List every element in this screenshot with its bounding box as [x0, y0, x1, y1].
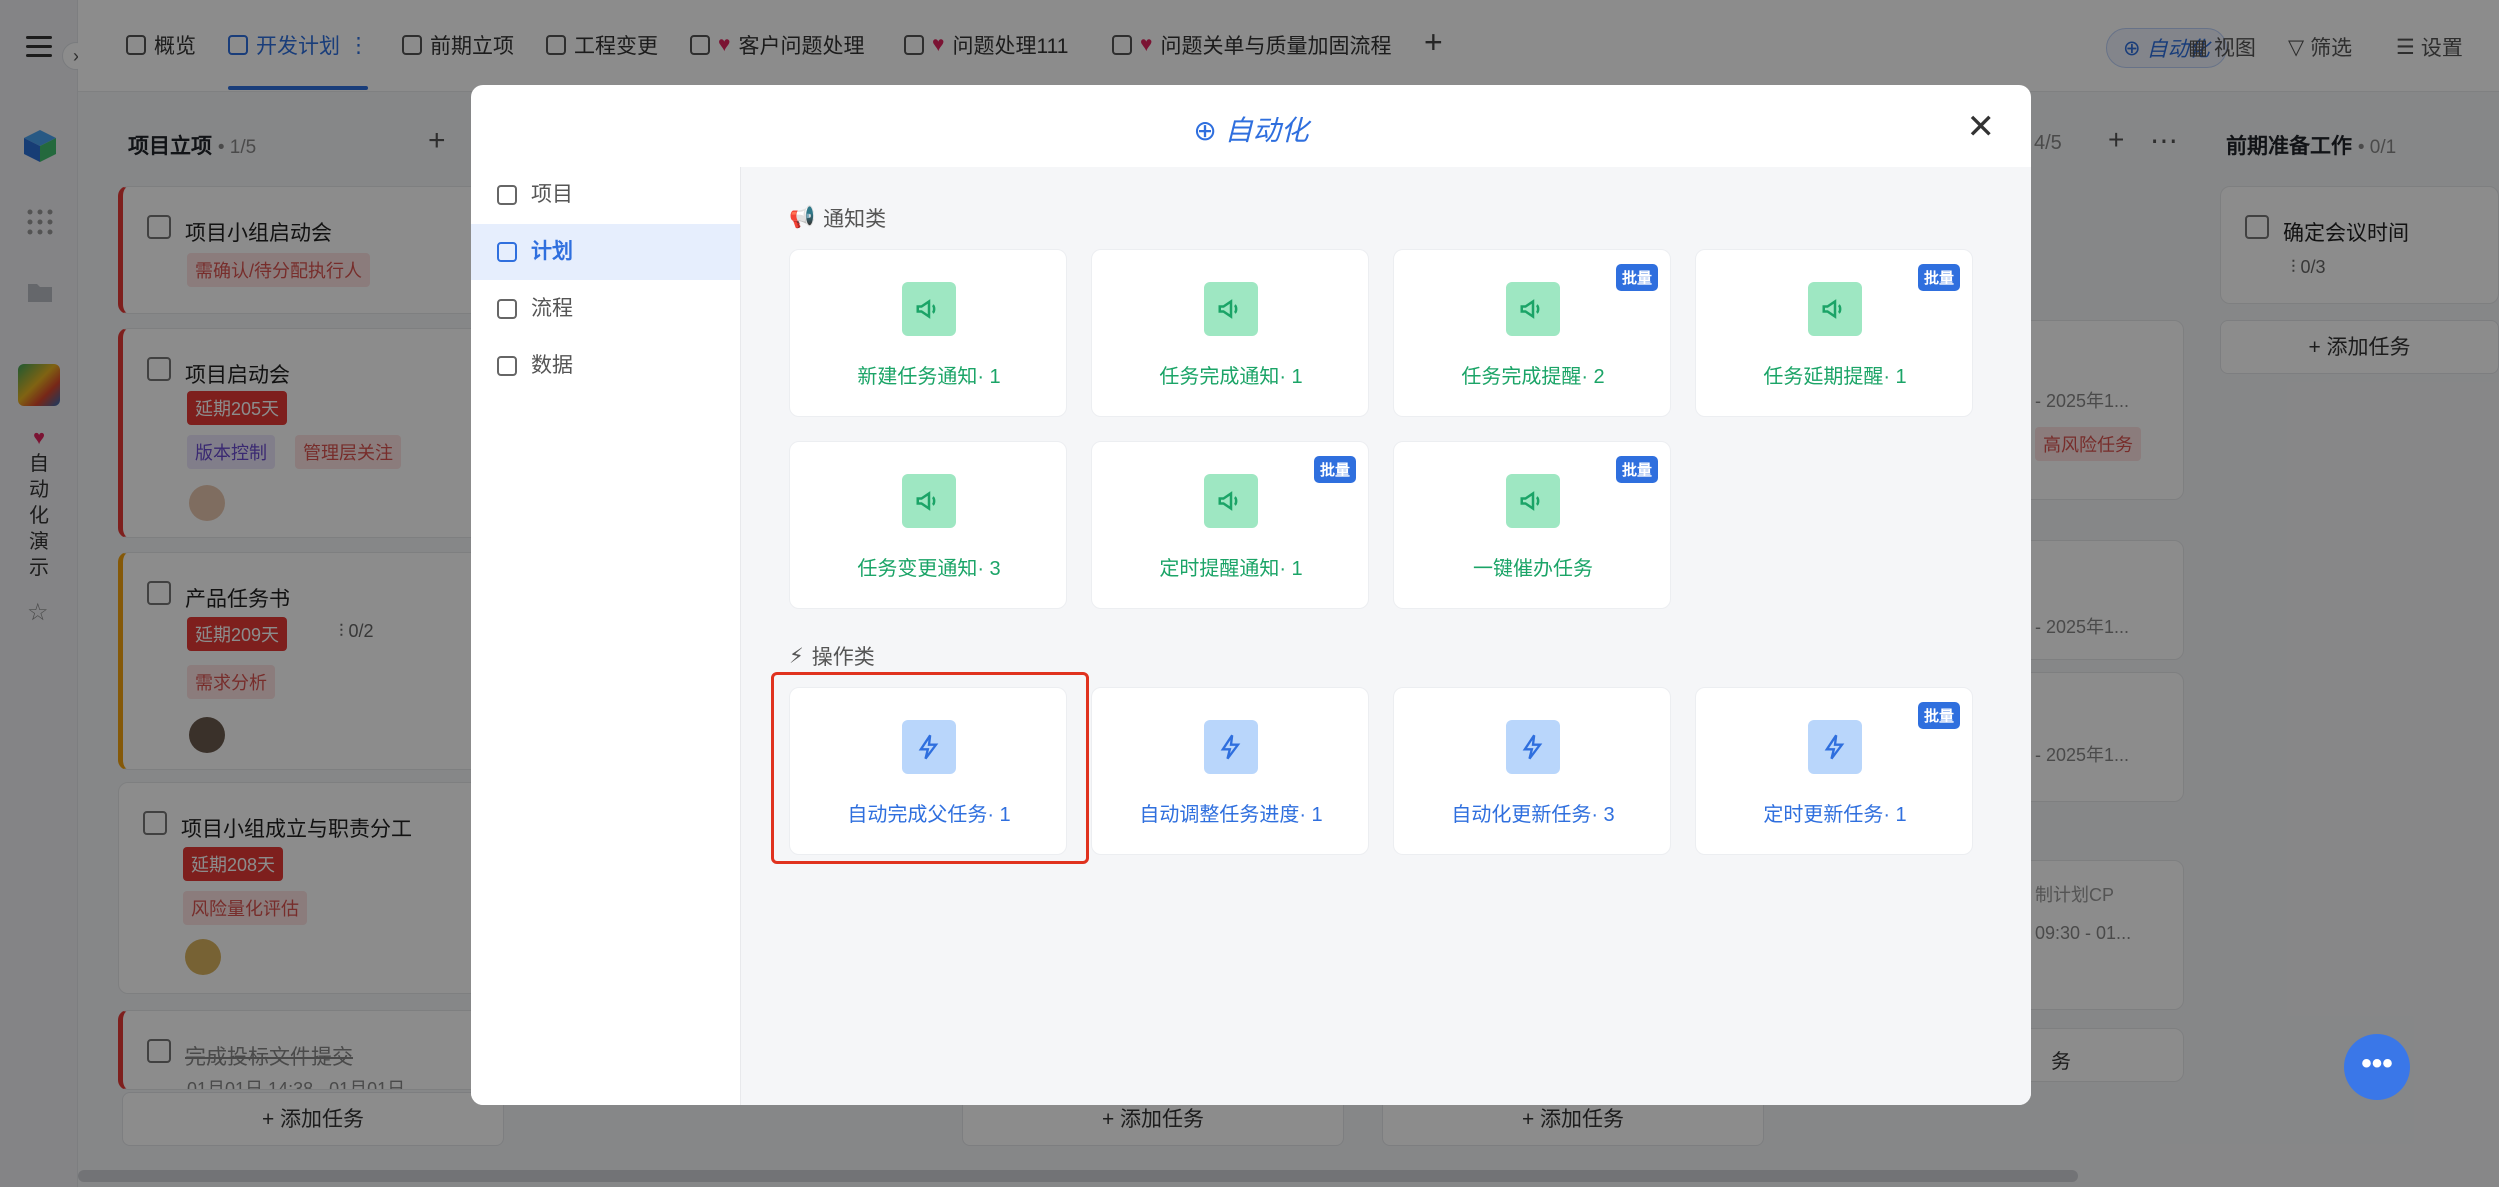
batch-badge: 批量: [1615, 456, 1658, 483]
section-title-notify: 📢 通知类: [789, 206, 887, 231]
close-icon[interactable]: ✕: [1967, 107, 1996, 147]
automation-card[interactable]: 批量 定时提醒通知· 1: [1091, 441, 1369, 609]
automation-card[interactable]: 批量 一键催办任务: [1393, 441, 1671, 609]
modal-sidebar: 项目 计划 流程 数据: [471, 167, 741, 1105]
automation-icon: ⊕: [1193, 115, 1225, 146]
flow-icon: [497, 299, 517, 319]
batch-badge: 批量: [1917, 702, 1960, 729]
automation-card[interactable]: 任务完成通知· 1: [1091, 249, 1369, 417]
megaphone-icon: [1204, 474, 1258, 528]
automation-card[interactable]: 新建任务通知· 1: [789, 249, 1067, 417]
megaphone-icon: [902, 282, 956, 336]
batch-badge: 批量: [1917, 264, 1960, 291]
nav-item-plan[interactable]: 计划: [471, 224, 740, 280]
automation-card[interactable]: 任务变更通知· 3: [789, 441, 1067, 609]
megaphone-icon: [1204, 282, 1258, 336]
lightning-icon: [1506, 720, 1560, 774]
megaphone-icon: [1506, 282, 1560, 336]
megaphone-icon: [1808, 282, 1862, 336]
lightning-icon: [1204, 720, 1258, 774]
nav-item-project[interactable]: 项目: [471, 167, 740, 223]
modal-header: ⊕ 自动化 ✕: [471, 85, 2031, 167]
batch-badge: 批量: [1313, 456, 1356, 483]
lightning-icon: [1808, 720, 1862, 774]
highlight-box: [771, 672, 1089, 864]
chat-fab-button[interactable]: •••: [2344, 1034, 2410, 1100]
modal-content: 📢 通知类 新建任务通知· 1 任务完成通知· 1 批量 任务完成提醒· 2 批量…: [741, 167, 2031, 1105]
megaphone-icon: [902, 474, 956, 528]
automation-modal: ⊕ 自动化 ✕ 项目 计划 流程 数据 📢 通知类 新建任务通知· 1 任务完成通…: [471, 85, 2031, 1105]
automation-card[interactable]: 批量 任务完成提醒· 2: [1393, 249, 1671, 417]
cube-icon: [497, 185, 517, 205]
doc-icon: [497, 356, 517, 376]
automation-card[interactable]: 批量 任务延期提醒· 1: [1695, 249, 1973, 417]
megaphone-icon: [1506, 474, 1560, 528]
board-icon: [497, 242, 517, 262]
lightning-icon: ⚡: [789, 644, 804, 668]
nav-item-flow[interactable]: 流程: [471, 281, 740, 337]
automation-card[interactable]: 自动调整任务进度· 1: [1091, 687, 1369, 855]
automation-card[interactable]: 自动化更新任务· 3: [1393, 687, 1671, 855]
section-title-operation: ⚡ 操作类: [789, 644, 875, 670]
batch-badge: 批量: [1615, 264, 1658, 291]
modal-title: ⊕ 自动化: [1193, 115, 1309, 146]
automation-card[interactable]: 批量 定时更新任务· 1: [1695, 687, 1973, 855]
megaphone-icon: 📢: [789, 206, 816, 229]
nav-item-data[interactable]: 数据: [471, 338, 740, 394]
